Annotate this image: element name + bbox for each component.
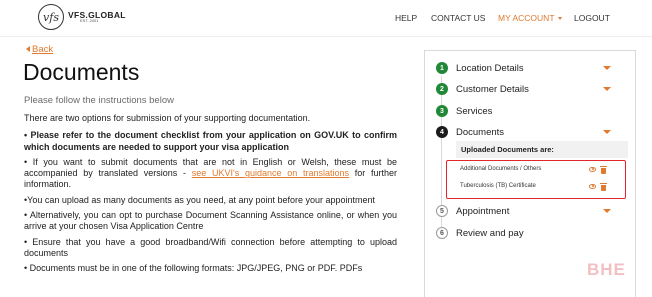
step-location-details[interactable]: 1 Location Details [436, 61, 524, 75]
nav-my-account[interactable]: MY ACCOUNT [498, 13, 562, 23]
instruction-intro: There are two options for submission of … [24, 113, 311, 123]
uploaded-document-tb-certificate: Tuberculosis (TB) Certificate [460, 183, 536, 189]
uploaded-document-additional: Additional Documents / Others [460, 166, 542, 172]
chevron-down-icon[interactable] [603, 130, 611, 134]
vfs-logo-mark: vfs [38, 4, 64, 30]
back-arrow-icon [26, 46, 30, 53]
trash-icon[interactable] [600, 183, 607, 191]
step-number: 4 [436, 126, 448, 138]
step-review-and-pay[interactable]: 6 Review and pay [436, 226, 524, 240]
eye-icon[interactable] [589, 167, 596, 172]
step-label: Customer Details [456, 83, 529, 95]
step-number: 3 [436, 105, 448, 117]
logo-est: EST. 2001 [80, 18, 99, 24]
nav-logout[interactable]: LOGOUT [574, 13, 610, 23]
instruction-formats: • Documents must be in one of the follow… [24, 263, 363, 274]
chevron-down-icon[interactable] [603, 66, 611, 70]
instruction-checklist: • Please refer to the document checklist… [24, 130, 397, 153]
step-number: 1 [436, 62, 448, 74]
back-label: Back [32, 44, 54, 55]
header-divider [0, 36, 652, 37]
instruction-scanning: • Alternatively, you can opt to purchase… [24, 210, 397, 232]
step-documents[interactable]: 4 Documents [436, 125, 504, 139]
vfs-global-logo[interactable]: vfs VFS.GLOBAL EST. 2001 [38, 2, 126, 32]
step-label: Review and pay [456, 227, 524, 239]
logo-text: VFS.GLOBAL EST. 2001 [68, 11, 126, 24]
nav-help[interactable]: HELP [395, 13, 417, 23]
step-number: 5 [436, 205, 448, 217]
nav-contact-us[interactable]: CONTACT US [431, 13, 485, 23]
chevron-down-icon[interactable] [603, 209, 611, 213]
chevron-down-icon [557, 17, 562, 21]
trash-icon[interactable] [600, 166, 607, 174]
translations-guidance-link[interactable]: see UKVI's guidance on translations [192, 168, 349, 178]
step-number: 6 [436, 227, 448, 239]
nav-my-account-label: MY ACCOUNT [498, 13, 555, 23]
instruction-translations: • If you want to submit documents that a… [24, 157, 397, 191]
eye-icon[interactable] [589, 184, 596, 189]
watermark: BHE [587, 260, 626, 279]
instructions: There are two options for submission of … [24, 113, 397, 279]
top-header: vfs VFS.GLOBAL EST. 2001 HELP CONTACT US… [0, 0, 652, 36]
instruction-checklist-text: • Please refer to the document checklist… [24, 130, 397, 152]
page-subtitle: Please follow the instructions below [24, 95, 174, 106]
step-label: Location Details [456, 62, 524, 74]
step-number: 2 [436, 83, 448, 95]
back-link[interactable]: Back [26, 44, 53, 55]
uploaded-documents-header: Uploaded Documents are: [456, 141, 628, 158]
step-customer-details[interactable]: 2 Customer Details [436, 82, 529, 96]
page-title: Documents [23, 59, 140, 85]
instruction-upload-any: •You can upload as many documents as you… [24, 194, 376, 205]
chevron-down-icon[interactable] [603, 87, 611, 91]
instruction-connection: • Ensure that you have a good broadband/… [24, 236, 397, 258]
step-appointment[interactable]: 5 Appointment [436, 204, 509, 218]
step-services[interactable]: 3 Services [436, 104, 492, 118]
step-label: Documents [456, 126, 505, 138]
step-label: Appointment [456, 205, 510, 217]
step-label: Services [456, 105, 493, 117]
